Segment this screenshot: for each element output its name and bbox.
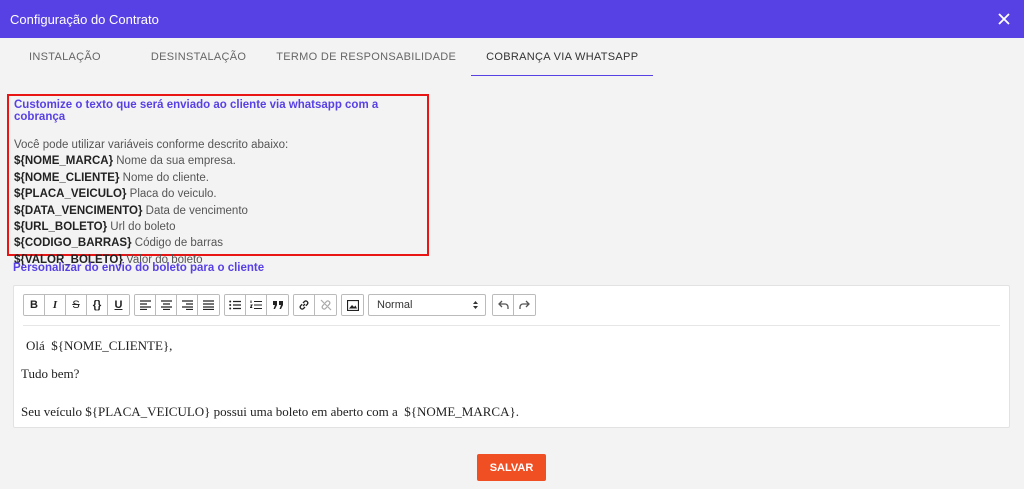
variable-row: ${URL_BOLETO} Url do boleto: [14, 219, 422, 235]
media-group: [341, 294, 364, 316]
tab-termo-responsabilidade[interactable]: TERMO DE RESPONSABILIDADE: [261, 38, 471, 76]
text-format-select[interactable]: Normal: [368, 294, 486, 316]
align-left-button[interactable]: [135, 295, 156, 315]
align-center-button[interactable]: [156, 295, 177, 315]
align-justify-button[interactable]: [198, 295, 219, 315]
variable-desc: Código de barras: [134, 237, 224, 250]
editor-content[interactable]: Olá ${NOME_CLIENTE}, Tudo bem? Seu veícu…: [21, 338, 519, 420]
redo-icon: [519, 300, 530, 309]
bullet-list-icon: [229, 300, 241, 310]
modal-header: Configuração do Contrato: [0, 0, 1024, 38]
code-button[interactable]: {}: [87, 295, 108, 315]
bullet-list-button[interactable]: [225, 295, 246, 315]
select-arrows-icon: [473, 301, 478, 309]
variable-name: ${PLACA_VEICULO}: [14, 188, 127, 201]
align-right-icon: [181, 300, 193, 310]
link-group: [293, 294, 337, 316]
text-format-value: Normal: [377, 299, 413, 311]
contract-config-modal: Configuração do Contrato INSTALAÇÃO DESI…: [0, 0, 1024, 489]
quote-icon: [272, 301, 283, 309]
underline-button[interactable]: U: [108, 295, 129, 315]
strikethrough-button[interactable]: S: [66, 295, 87, 315]
link-icon: [299, 300, 309, 310]
image-icon: [346, 299, 359, 311]
variable-name: ${URL_BOLETO}: [14, 221, 108, 234]
variables-info-box: Customize o texto que será enviado ao cl…: [7, 94, 429, 266]
variable-desc: Placa do veiculo.: [129, 188, 217, 201]
variable-name: ${NOME_CLIENTE}: [14, 171, 120, 184]
tab-instalacao[interactable]: INSTALAÇÃO: [14, 38, 116, 76]
bold-icon: B: [30, 299, 38, 311]
align-group: [134, 294, 220, 316]
close-icon: [998, 13, 1010, 25]
toolbar-divider: [23, 325, 1000, 326]
align-justify-icon: [203, 300, 214, 310]
undo-icon: [497, 300, 509, 309]
variable-desc: Data de vencimento: [145, 204, 248, 217]
editor-line: Olá ${NOME_CLIENTE},: [26, 338, 173, 353]
format-group: B I S {} U: [23, 294, 130, 316]
variable-desc: Nome do cliente.: [122, 171, 209, 184]
variable-name: ${NOME_MARCA}: [14, 155, 114, 168]
ordered-list-icon: [250, 300, 262, 309]
link-button[interactable]: [294, 295, 315, 315]
rich-text-editor[interactable]: B I S {} U Normal Olá ${NOME_CLIENTE}, T…: [13, 285, 1010, 428]
variable-desc: Nome da sua empresa.: [116, 155, 236, 168]
variable-row: ${PLACA_VEICULO} Placa do veiculo.: [14, 186, 422, 202]
variable-row: ${DATA_VENCIMENTO} Data de vencimento: [14, 203, 422, 219]
modal-title: Configuração do Contrato: [10, 11, 159, 27]
save-button[interactable]: SALVAR: [477, 454, 546, 481]
italic-icon: I: [52, 299, 58, 311]
image-button[interactable]: [342, 295, 363, 315]
info-description: Você pode utilizar variáveis conforme de…: [14, 139, 289, 151]
variable-row: ${CODIGO_BARRAS} Código de barras: [14, 235, 422, 251]
editor-toolbar: B I S {} U Normal: [23, 294, 540, 316]
align-right-button[interactable]: [177, 295, 198, 315]
variable-row: ${NOME_MARCA} Nome da sua empresa.: [14, 153, 422, 169]
unlink-icon: [320, 299, 331, 311]
tab-desinstalacao[interactable]: DESINSTALAÇÃO: [136, 38, 261, 76]
undo-button[interactable]: [493, 295, 514, 315]
unlink-button[interactable]: [315, 295, 336, 315]
tab-cobranca-whatsapp[interactable]: COBRANÇA VIA WHATSAPP: [471, 38, 654, 76]
list-group: [224, 294, 289, 316]
redo-button[interactable]: [514, 295, 535, 315]
close-button[interactable]: [994, 9, 1014, 29]
ordered-list-button[interactable]: [246, 295, 267, 315]
code-icon: {}: [92, 299, 102, 311]
info-title: Customize o texto que será enviado ao cl…: [14, 99, 379, 123]
bold-button[interactable]: B: [24, 295, 45, 315]
editor-line: Tudo bem?: [21, 366, 80, 381]
blockquote-button[interactable]: [267, 295, 288, 315]
variable-desc: Url do boleto: [110, 221, 176, 234]
variable-name: ${CODIGO_BARRAS}: [14, 237, 132, 250]
strikethrough-icon: S: [72, 299, 80, 311]
align-center-icon: [160, 300, 172, 310]
align-left-icon: [139, 300, 151, 310]
variable-name: ${DATA_VENCIMENTO}: [14, 204, 143, 217]
section-title: Personalizar do envio do boleto para o c…: [13, 262, 265, 274]
editor-line: Seu veículo ${PLACA_VEICULO} possui uma …: [21, 404, 519, 419]
underline-icon: U: [114, 299, 123, 311]
variable-row: ${NOME_CLIENTE} Nome do cliente.: [14, 170, 422, 186]
history-group: [492, 294, 536, 316]
italic-button[interactable]: I: [45, 295, 66, 315]
tab-bar: INSTALAÇÃO DESINSTALAÇÃO TERMO DE RESPON…: [0, 38, 1024, 76]
